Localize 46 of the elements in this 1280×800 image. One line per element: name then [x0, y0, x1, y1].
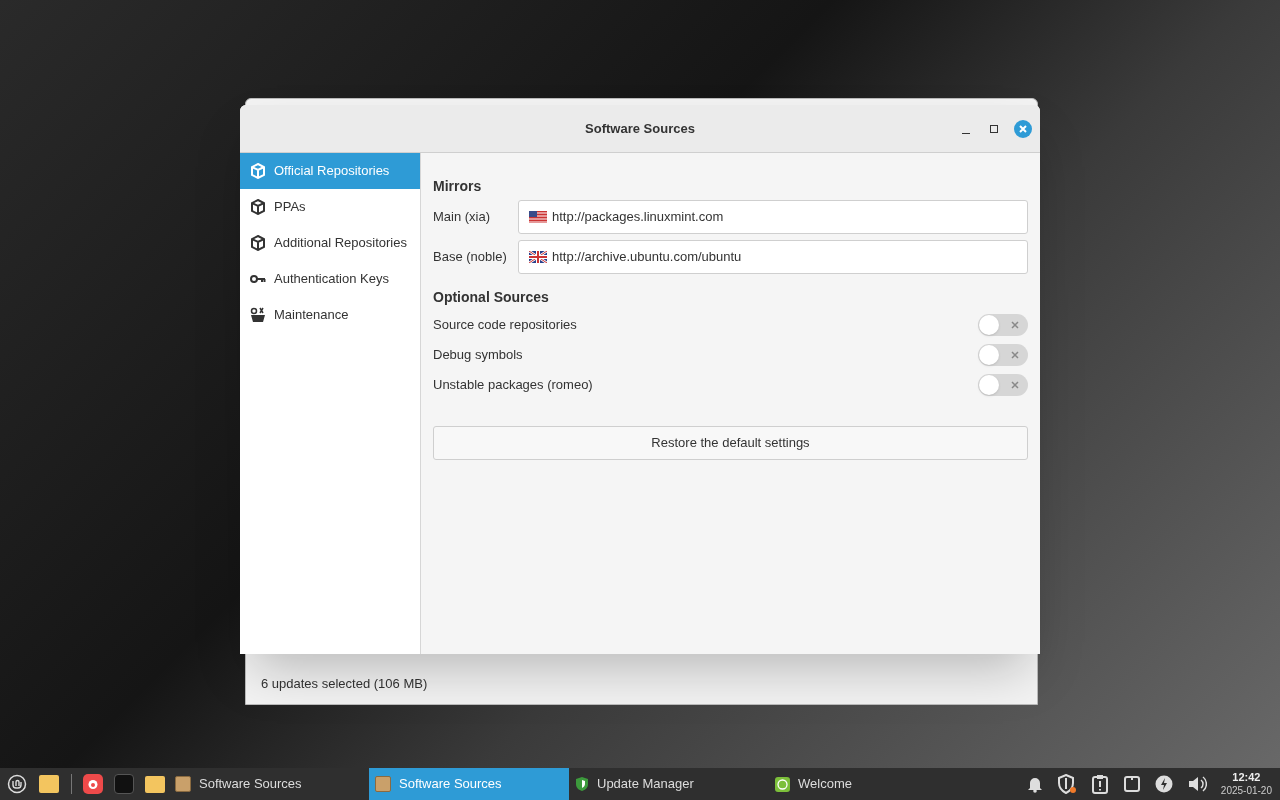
taskbar-button[interactable]: Update Manager — [569, 768, 769, 800]
taskbar-button[interactable]: Software Sources — [169, 768, 369, 800]
clock-date: 2025-01-20 — [1220, 784, 1272, 797]
mirror-field[interactable]: http://packages.linuxmint.com — [518, 200, 1028, 234]
field-label: Base (noble) — [433, 248, 508, 267]
clock-time: 12:42 — [1232, 771, 1261, 784]
browser-launcher[interactable] — [83, 774, 103, 794]
clipboard-icon — [1090, 774, 1109, 794]
shield-icon — [1056, 774, 1077, 794]
cross-icon — [1011, 321, 1019, 329]
toggle-switch[interactable] — [978, 314, 1028, 336]
cube-icon — [250, 199, 266, 215]
key-icon — [250, 274, 266, 284]
package-icon — [175, 776, 191, 792]
restore-defaults-button[interactable]: Restore the default settings — [433, 426, 1028, 460]
close-button[interactable] — [1014, 120, 1032, 138]
close-icon — [1018, 124, 1028, 134]
cube-icon — [250, 235, 266, 251]
window-title: Software Sources — [585, 119, 695, 138]
sidebar-item[interactable]: PPAs — [240, 189, 420, 225]
field-label: Main (xia) — [433, 208, 492, 227]
option-label: Debug symbols — [433, 346, 523, 365]
cross-icon — [1011, 351, 1019, 359]
mirror-field[interactable]: http://archive.ubuntu.com/ubuntu — [518, 240, 1028, 274]
folder-launcher[interactable] — [145, 775, 165, 793]
toggle-switch[interactable] — [978, 374, 1028, 396]
lightning-icon — [1154, 775, 1173, 793]
status-text: 6 updates selected (106 MB) — [261, 674, 428, 693]
section-heading: Optional Sources — [433, 288, 550, 306]
cube-icon — [250, 163, 266, 179]
sidebar-item[interactable]: Additional Repositories — [240, 225, 420, 261]
package-icon — [375, 776, 391, 792]
sidebar-item[interactable]: Authentication Keys — [240, 261, 420, 297]
sidebar-item[interactable]: Maintenance — [240, 297, 420, 333]
taskbar-button[interactable]: Welcome — [769, 768, 969, 800]
shield-icon — [575, 776, 589, 792]
terminal-launcher[interactable] — [114, 774, 134, 794]
option-label: Unstable packages (romeo) — [433, 376, 593, 395]
flag-icon — [529, 251, 547, 263]
volume-icon — [1186, 775, 1207, 793]
flag-icon — [529, 211, 547, 223]
toggle-switch[interactable] — [978, 344, 1028, 366]
cross-icon — [1011, 381, 1019, 389]
bell-icon — [1026, 775, 1043, 793]
option-label: Source code repositories — [433, 316, 577, 335]
section-heading: Mirrors — [433, 177, 483, 195]
